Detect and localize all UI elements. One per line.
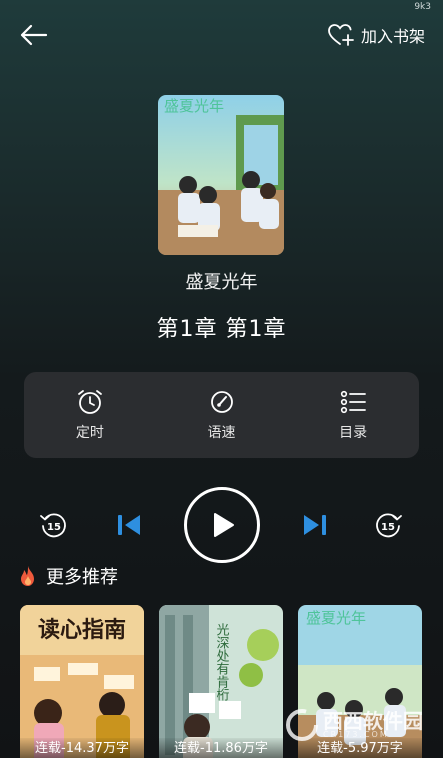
catalog-button[interactable]: 目录	[287, 372, 419, 458]
skip-previous-icon	[118, 515, 140, 535]
timer-button[interactable]: 定时	[24, 372, 156, 458]
speed-button[interactable]: 语速	[156, 372, 288, 458]
fire-icon	[21, 566, 34, 586]
watermark-text: 西西软件园	[323, 709, 423, 733]
recommendation-cover-title: 读心指南	[38, 617, 126, 643]
back-button[interactable]	[18, 20, 52, 50]
more-recommendations-header: 更多推荐	[18, 563, 118, 589]
rewind-seconds: 15	[47, 522, 61, 533]
recommendation-cover: 读心指南	[20, 605, 144, 758]
book-title: 盛夏光年	[185, 272, 258, 293]
book-cover: 盛夏光年	[158, 95, 284, 255]
add-to-shelf-label: 加入书架	[360, 27, 425, 46]
chapter-title: 第1章 第1章	[156, 317, 287, 342]
speed-label: 语速	[207, 425, 236, 441]
forward-15-button[interactable]: 15	[372, 509, 404, 541]
next-chapter-button[interactable]	[299, 509, 331, 541]
timer-label: 定时	[75, 425, 104, 441]
arrow-left-icon	[20, 24, 48, 46]
add-to-shelf-button[interactable]: 加入书架	[327, 20, 425, 50]
rewind-15-icon: 15	[40, 513, 66, 538]
speed-gauge-icon	[210, 391, 233, 413]
skip-next-icon	[304, 515, 326, 535]
recommendation-stat: 连载-11.86万字	[159, 738, 283, 758]
play-button[interactable]	[184, 487, 260, 563]
recommendation-cover: 光深处有肯桁	[159, 605, 283, 758]
status-indicator: 9k3	[414, 2, 431, 12]
play-icon	[214, 513, 234, 537]
player-controls: 15 15	[0, 487, 443, 563]
watermark-c-icon	[286, 709, 318, 741]
alarm-clock-icon	[77, 390, 102, 414]
catalog-label: 目录	[339, 425, 368, 441]
rewind-15-button[interactable]: 15	[38, 509, 70, 541]
recommendation-card[interactable]: 读心指南 连载-14.37万字	[20, 605, 144, 758]
watermark-logo: 西西软件园 CR173.COM	[285, 708, 423, 742]
cover-title: 盛夏光年	[164, 97, 224, 115]
more-recommendations-title: 更多推荐	[46, 567, 118, 588]
forward-seconds: 15	[381, 522, 395, 533]
previous-chapter-button[interactable]	[113, 509, 145, 541]
recommendation-card[interactable]: 光深处有肯桁 连载-11.86万字	[159, 605, 283, 758]
watermark-subtext: CR173.COM	[323, 730, 389, 739]
recommendation-cover-title: 盛夏光年	[306, 609, 366, 627]
recommendation-stat: 连载-14.37万字	[20, 738, 144, 758]
controls-card: 定时 语速 目录	[24, 372, 419, 458]
recommendation-cover-title: 光深处有肯桁	[214, 623, 230, 701]
heart-plus-icon	[328, 24, 354, 46]
top-bar: 加入书架	[0, 18, 443, 54]
list-icon	[341, 390, 367, 414]
forward-15-icon: 15	[376, 513, 402, 538]
